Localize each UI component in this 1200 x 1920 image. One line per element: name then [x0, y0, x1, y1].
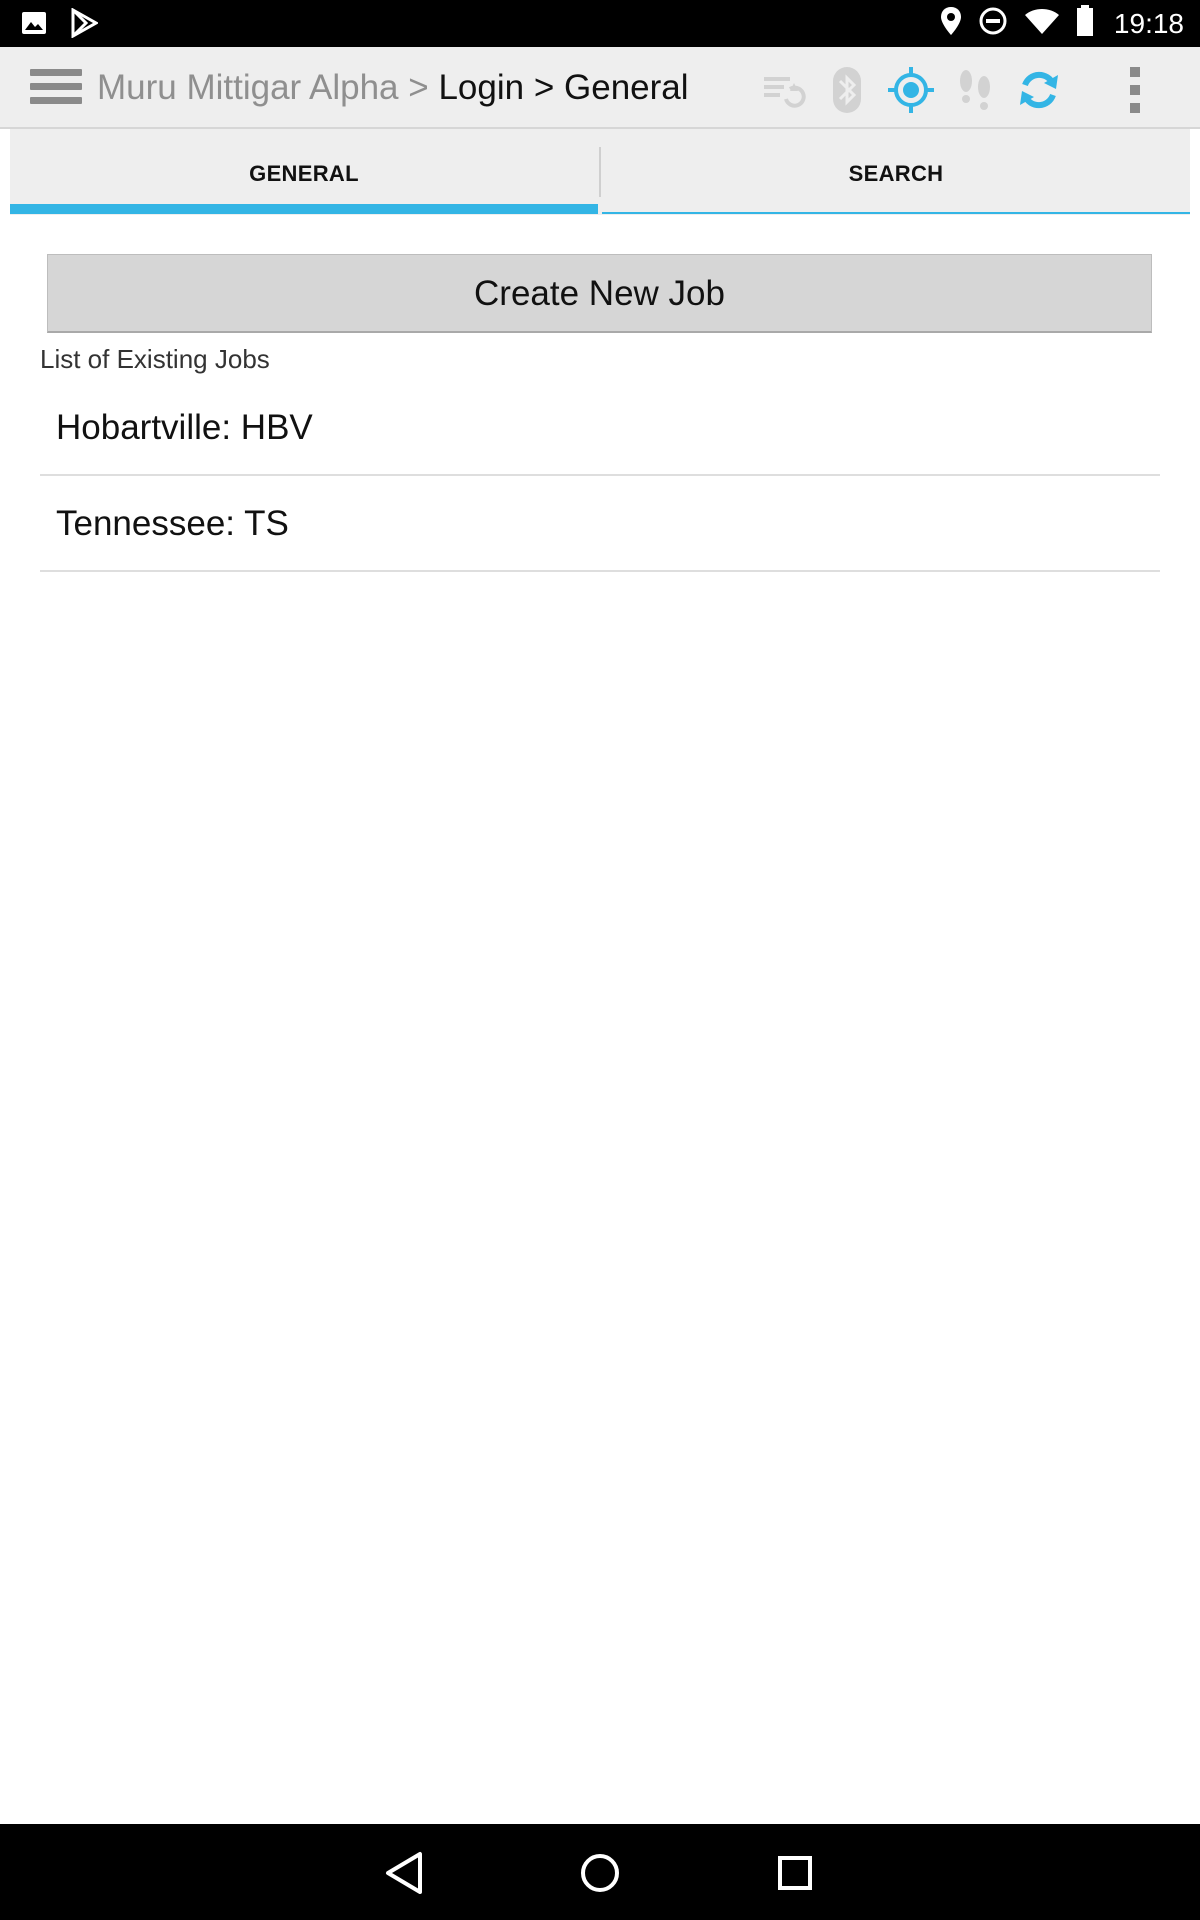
wifi-icon — [1024, 7, 1060, 40]
overflow-menu-icon[interactable] — [1110, 65, 1160, 115]
bluetooth-icon[interactable] — [822, 65, 872, 115]
create-new-job-button[interactable]: Create New Job — [47, 254, 1152, 333]
app-bar: Muru Mittigar Alpha > Login > General — [0, 47, 1200, 129]
image-icon — [20, 9, 48, 42]
battery-icon — [1076, 5, 1094, 42]
back-icon[interactable] — [380, 1848, 430, 1898]
home-icon[interactable] — [575, 1848, 625, 1898]
breadcrumb-login[interactable]: Login — [438, 68, 524, 107]
job-list: Hobartville: HBV Tennessee: TS — [40, 380, 1160, 572]
status-time: 19:18 — [1113, 7, 1184, 39]
gps-icon[interactable] — [886, 65, 936, 115]
tab-bar: GENERAL SEARCH — [10, 129, 1190, 215]
sync-list-icon[interactable] — [760, 65, 810, 115]
status-bar: 19:18 — [0, 0, 1200, 47]
breadcrumb: Muru Mittigar Alpha > Login > General — [97, 47, 689, 129]
navigation-bar — [0, 1824, 1200, 1920]
tab-general[interactable]: GENERAL — [10, 129, 598, 215]
breadcrumb-app-name[interactable]: Muru Mittigar Alpha — [97, 68, 399, 107]
selected-tab-indicator — [10, 204, 598, 214]
do-not-disturb-icon — [978, 6, 1008, 41]
location-icon — [940, 6, 962, 41]
tab-underline — [602, 212, 1190, 214]
breadcrumb-separator: > — [533, 68, 555, 107]
tab-search[interactable]: SEARCH — [602, 129, 1190, 215]
play-store-icon — [70, 7, 100, 43]
hamburger-menu-icon[interactable] — [30, 69, 82, 109]
footsteps-icon[interactable] — [950, 65, 1000, 115]
tab-divider — [599, 147, 601, 197]
existing-jobs-label: List of Existing Jobs — [40, 344, 270, 374]
recents-icon[interactable] — [770, 1848, 820, 1898]
breadcrumb-current: General — [564, 68, 689, 107]
job-list-item[interactable]: Hobartville: HBV — [40, 380, 1160, 476]
breadcrumb-separator: > — [408, 68, 429, 107]
job-list-item[interactable]: Tennessee: TS — [40, 476, 1160, 572]
refresh-icon[interactable] — [1014, 65, 1064, 115]
